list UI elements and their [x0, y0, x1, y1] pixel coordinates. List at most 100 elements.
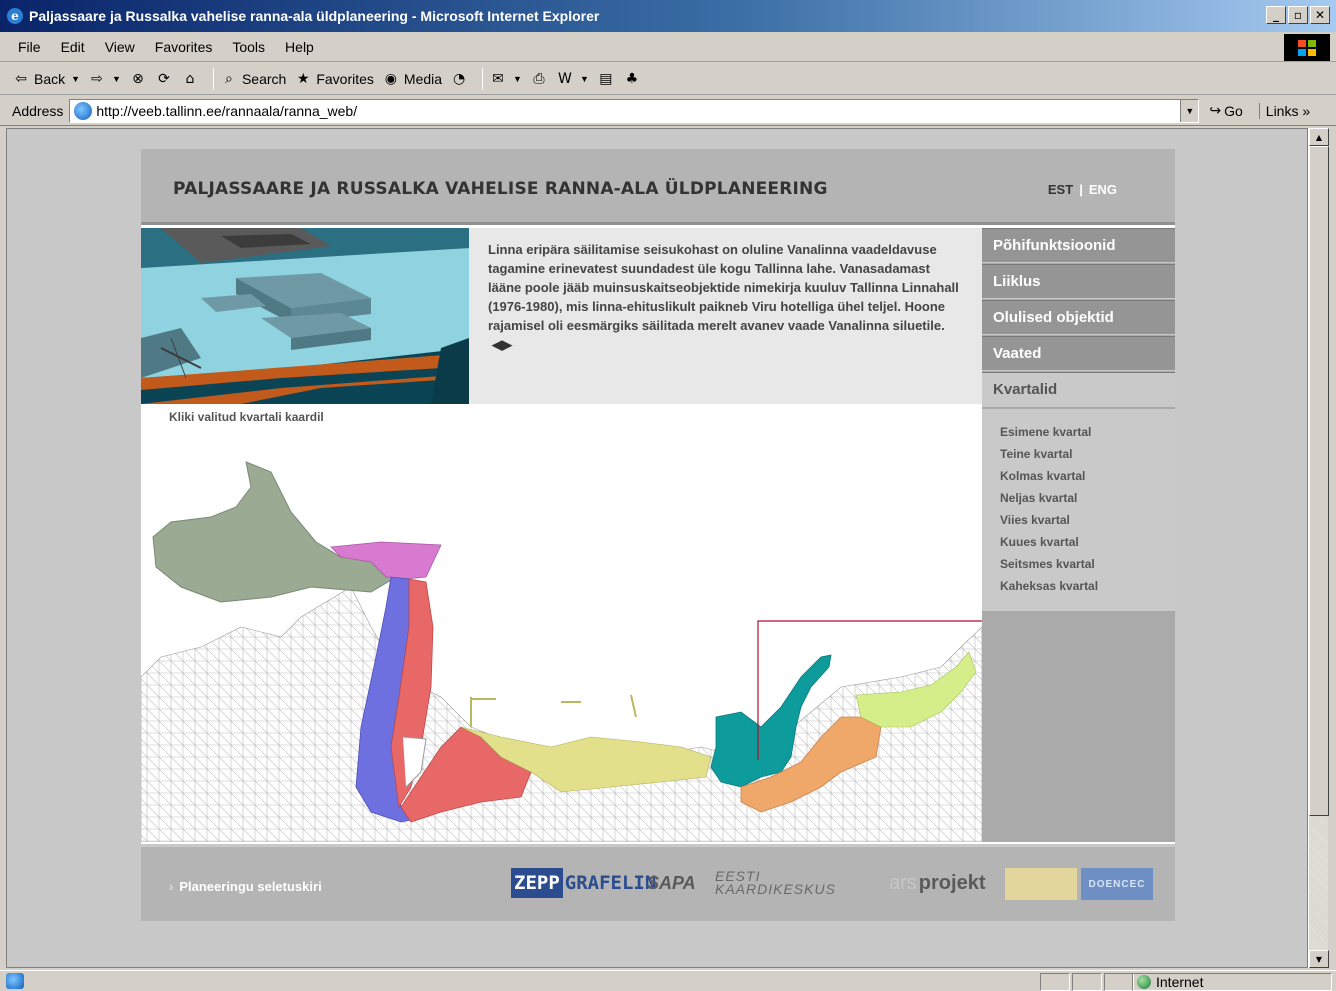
sapa-logo: SAPA	[647, 872, 696, 893]
intro-text-panel: Linna eripära säilitamise seisukohast on…	[469, 228, 982, 404]
kvartal-1-area	[152, 461, 397, 603]
search-button[interactable]: ⌕ Search	[220, 70, 286, 88]
back-button[interactable]: ⇦ Back ▼	[12, 70, 80, 88]
history-button[interactable]: ◔	[450, 70, 468, 88]
subnav-kaheksas-kvartal[interactable]: Kaheksas kvartal	[1000, 575, 1175, 597]
subnav-esimene-kvartal[interactable]: Esimene kvartal	[1000, 421, 1175, 443]
scroll-down-arrow-icon[interactable]: ▼	[1309, 950, 1329, 968]
chevron-right-icon: ›	[169, 879, 174, 894]
menu-view[interactable]: View	[95, 39, 145, 55]
lang-eng-link[interactable]: ENG	[1089, 182, 1117, 197]
kaardikeskus-logo: EESTI KAARDIKESKUS	[715, 868, 836, 897]
refresh-button[interactable]: ⟳	[155, 70, 173, 88]
home-button[interactable]: ⌂	[181, 70, 199, 88]
blue-partner-logo: DOENCEC	[1081, 868, 1153, 900]
forward-dropdown-icon[interactable]: ▼	[112, 74, 121, 84]
vertical-scrollbar[interactable]: ▲ ▼	[1308, 128, 1329, 968]
scroll-up-arrow-icon[interactable]: ▲	[1309, 128, 1329, 146]
minimize-button[interactable]: _	[1266, 6, 1286, 24]
page-status-icon	[6, 973, 24, 989]
kvartal-map[interactable]	[140, 427, 983, 843]
nav-olulised-objektid[interactable]: Olulised objektid	[982, 300, 1175, 335]
search-icon: ⌕	[225, 70, 233, 87]
forward-arrow-icon: ⇨	[91, 70, 103, 87]
mail-button[interactable]: ✉ ▼	[489, 70, 522, 88]
kvartal-submenu: Esimene kvartal Teine kvartal Kolmas kva…	[982, 409, 1175, 611]
print-button[interactable]: ⎙	[530, 70, 548, 88]
stop-icon: ⊗	[132, 70, 144, 87]
intro-pager-arrows-icon[interactable]: ◀▶	[492, 337, 512, 352]
edit-button[interactable]: W ▼	[556, 70, 589, 88]
nav-liiklus[interactable]: Liiklus	[982, 264, 1175, 299]
media-icon: ◉	[384, 70, 398, 87]
links-button[interactable]: Links »	[1258, 102, 1310, 119]
harbour-3d-render-image	[141, 228, 469, 404]
close-button[interactable]: ✕	[1310, 6, 1330, 24]
back-label: Back	[34, 70, 66, 87]
page-header: PALJASSAARE JA RUSSALKA VAHELISE RANNA-A…	[141, 149, 1175, 225]
favorites-star-icon: ★	[297, 70, 310, 87]
stop-button[interactable]: ⊗	[129, 70, 147, 88]
mail-dropdown-icon[interactable]: ▼	[513, 74, 522, 84]
window-title-bar[interactable]: e Paljassaare ja Russalka vahelise ranna…	[0, 0, 1336, 32]
status-panel	[1104, 973, 1134, 991]
menu-favorites[interactable]: Favorites	[145, 39, 223, 55]
right-navigation: Põhifunktsioonid Liiklus Olulised objekt…	[982, 228, 1175, 842]
back-arrow-icon: ⇦	[15, 70, 27, 87]
lang-est-link[interactable]: EST	[1048, 182, 1073, 197]
seletuskiri-label: Planeeringu seletuskiri	[179, 879, 322, 894]
messenger-icon: ♣	[625, 70, 639, 87]
windows-logo-icon	[1284, 34, 1330, 61]
subnav-neljas-kvartal[interactable]: Neljas kvartal	[1000, 487, 1175, 509]
go-label: Go	[1224, 102, 1243, 119]
menu-tools[interactable]: Tools	[222, 39, 275, 55]
back-dropdown-icon[interactable]: ▼	[71, 74, 80, 84]
standard-toolbar: ⇦ Back ▼ ⇨ ▼ ⊗ ⟳ ⌂ ⌕ Search ★ Favorites …	[0, 63, 1336, 95]
favorites-button[interactable]: ★ Favorites	[294, 70, 374, 88]
svg-text:e: e	[11, 9, 19, 23]
address-dropdown-icon[interactable]: ▼	[1180, 99, 1199, 122]
subnav-kuues-kvartal[interactable]: Kuues kvartal	[1000, 531, 1175, 553]
address-url: http://veeb.tallinn.ee/rannaala/ranna_we…	[96, 102, 358, 119]
nav-pohifunktsioonid[interactable]: Põhifunktsioonid	[982, 228, 1175, 263]
yellow-partner-logo	[1005, 868, 1077, 900]
window-title: Paljassaare ja Russalka vahelise ranna-a…	[29, 8, 600, 24]
subnav-teine-kvartal[interactable]: Teine kvartal	[1000, 443, 1175, 465]
forward-button[interactable]: ⇨ ▼	[88, 70, 121, 88]
history-icon: ◔	[452, 70, 466, 87]
language-switch: EST | ENG	[1048, 182, 1117, 197]
menu-bar: File Edit View Favorites Tools Help	[0, 32, 1336, 62]
media-label: Media	[403, 70, 443, 87]
go-button[interactable]: ↪ Go	[1209, 102, 1242, 119]
status-bar: Internet	[0, 970, 1336, 991]
seletuskiri-link[interactable]: › Planeeringu seletuskiri	[169, 879, 322, 894]
menu-file[interactable]: File	[8, 39, 51, 55]
subnav-viies-kvartal[interactable]: Viies kvartal	[1000, 509, 1175, 531]
map-caption: Kliki valitud kvartali kaardil	[169, 410, 324, 424]
page-icon	[74, 101, 93, 120]
toolbar-separator	[482, 67, 484, 90]
address-bar: Address http://veeb.tallinn.ee/rannaala/…	[0, 96, 1336, 126]
zone-label: Internet	[1156, 974, 1204, 990]
edit-dropdown-icon[interactable]: ▼	[580, 74, 589, 84]
go-arrow-icon: ↪	[1209, 102, 1222, 118]
menu-edit[interactable]: Edit	[51, 39, 95, 55]
discuss-button[interactable]: ▤	[597, 70, 615, 88]
subnav-seitsmes-kvartal[interactable]: Seitsmes kvartal	[1000, 553, 1175, 575]
address-label: Address	[12, 102, 64, 119]
arsprojekt-logo: ars projekt	[889, 871, 986, 894]
nav-vaated[interactable]: Vaated	[982, 336, 1175, 371]
nav-kvartalid[interactable]: Kvartalid	[982, 372, 1175, 407]
home-icon: ⌂	[185, 70, 195, 87]
printer-icon: ⎙	[533, 70, 545, 87]
address-input[interactable]: http://veeb.tallinn.ee/rannaala/ranna_we…	[69, 98, 1200, 123]
menu-help[interactable]: Help	[275, 39, 324, 55]
search-label: Search	[241, 70, 287, 87]
subnav-kolmas-kvartal[interactable]: Kolmas kvartal	[1000, 465, 1175, 487]
zepp-grafelin-logo: ZEPP GRAFELIN	[511, 865, 656, 901]
scrollbar-thumb[interactable]	[1309, 146, 1329, 816]
messenger-button[interactable]: ♣	[623, 70, 641, 88]
maximize-button[interactable]: ▫	[1288, 6, 1308, 24]
favorites-label: Favorites	[316, 70, 374, 87]
media-button[interactable]: ◉ Media	[382, 70, 442, 88]
